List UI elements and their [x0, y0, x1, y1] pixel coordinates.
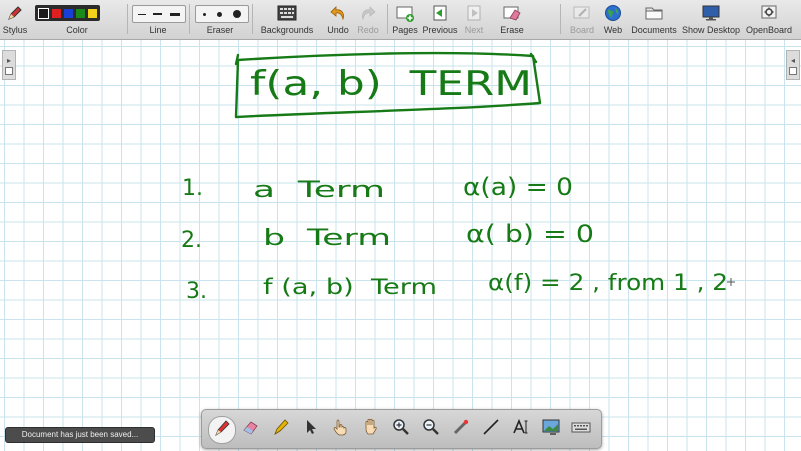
previous-page-button[interactable]: Previous — [421, 0, 459, 39]
line-2-term: b Term — [263, 226, 391, 251]
eraser-medium-option[interactable] — [217, 11, 222, 17]
text-tool-icon — [511, 417, 531, 441]
stylus-tool-palette — [201, 409, 602, 449]
pen-tool-button[interactable] — [208, 416, 236, 444]
eraser-large-option[interactable] — [233, 10, 241, 18]
toolbar-separator — [127, 4, 128, 34]
keyboard-grid-icon — [277, 4, 297, 22]
eraser-small-option[interactable] — [203, 12, 206, 16]
line-3-number: 3. — [186, 279, 207, 304]
folder-icon — [644, 4, 664, 22]
toolbar-separator — [189, 4, 190, 34]
capture-tool-button[interactable] — [538, 416, 564, 442]
line-3-term: f (a, b) Term — [263, 275, 437, 299]
color-swatch-blue[interactable] — [64, 8, 73, 18]
pages-button[interactable]: Pages — [390, 0, 420, 39]
board-icon — [572, 4, 592, 22]
eraser-tool-button[interactable] — [238, 416, 264, 442]
color-swatches — [35, 5, 100, 21]
main-toolbar: Stylus Color Line Eraser Backgrounds Und… — [0, 0, 801, 40]
show-desktop-button[interactable]: Show Desktop — [680, 0, 742, 39]
title-handwriting: f(a, b) TERM — [250, 64, 532, 104]
virtual-keyboard-button[interactable] — [568, 416, 594, 442]
line-1-formula: α(a) = 0 — [463, 173, 573, 201]
line-width-options — [132, 5, 186, 23]
zoom-out-tool-button[interactable] — [418, 416, 444, 442]
monitor-icon — [701, 4, 721, 22]
next-page-button[interactable]: Next — [461, 0, 487, 39]
erase-board-button[interactable]: Erase — [497, 0, 527, 39]
line-tool-icon — [481, 417, 501, 441]
globe-icon — [603, 4, 623, 22]
hand-tool-button[interactable] — [358, 416, 384, 442]
laser-pointer-icon — [451, 417, 471, 441]
line-width-picker[interactable]: Line — [131, 0, 186, 39]
web-button[interactable]: Web — [600, 0, 626, 39]
line-medium-option[interactable] — [153, 13, 163, 15]
eraser-size-options — [195, 5, 249, 23]
openboard-menu-button[interactable]: OpenBoard — [743, 0, 795, 39]
highlighter-tool-button[interactable] — [268, 416, 294, 442]
eraser-size-picker[interactable]: Eraser — [193, 0, 249, 39]
stylus-button[interactable]: Stylus — [0, 0, 30, 39]
line-2-number: 2. — [181, 228, 202, 253]
laser-pointer-tool-button[interactable] — [448, 416, 474, 442]
cursor-crosshair-icon — [727, 278, 735, 286]
line-thick-option[interactable] — [169, 12, 180, 16]
text-tool-button[interactable] — [508, 416, 534, 442]
selector-tool-button[interactable] — [298, 416, 324, 442]
screen-capture-icon — [541, 417, 561, 441]
redo-arrow-icon — [358, 4, 378, 22]
zoom-out-icon — [421, 417, 441, 441]
arrow-pointer-icon — [301, 417, 321, 441]
line-2-formula: α( b) = 0 — [466, 220, 594, 248]
undo-arrow-icon — [328, 4, 348, 22]
hand-icon — [361, 417, 381, 441]
backgrounds-button[interactable]: Backgrounds — [256, 0, 318, 39]
color-swatch-red[interactable] — [52, 8, 61, 18]
erase-board-icon — [502, 4, 522, 22]
title-box-stroke-overlap — [234, 52, 538, 66]
stylus-icon — [5, 4, 25, 22]
color-swatch-black[interactable] — [38, 7, 49, 19]
ink-layer: f(a, b) TERM 1. a Term α(a) = 0 2. b Ter… — [181, 51, 735, 304]
zoom-in-icon — [391, 417, 411, 441]
keyboard-icon — [571, 417, 591, 441]
undo-button[interactable]: Undo — [323, 0, 353, 39]
toolbar-separator — [387, 4, 388, 34]
pointing-hand-icon — [331, 417, 351, 441]
pen-icon — [212, 418, 232, 442]
previous-page-icon — [430, 4, 450, 22]
line-1-number: 1. — [182, 176, 203, 201]
line-tool-button[interactable] — [478, 416, 504, 442]
interact-tool-button[interactable] — [328, 416, 354, 442]
gear-icon — [759, 4, 779, 22]
line-3-formula: α(f) = 2 , from 1 , 2 — [488, 271, 728, 296]
color-swatch-yellow[interactable] — [88, 8, 97, 18]
save-status-toast: Document has just been saved... — [5, 427, 155, 443]
color-swatch-green[interactable] — [76, 8, 85, 18]
redo-button[interactable]: Redo — [354, 0, 382, 39]
board-button[interactable]: Board — [567, 0, 597, 39]
zoom-in-tool-button[interactable] — [388, 416, 414, 442]
whiteboard-canvas[interactable]: ▸ ◂ f(a, b) TERM 1. a Term α(a) = 0 2. b… — [0, 40, 801, 451]
highlighter-icon — [271, 417, 291, 441]
toolbar-separator — [252, 4, 253, 34]
line-1-term: a Term — [253, 178, 385, 203]
toolbar-separator — [560, 4, 561, 34]
line-thin-option[interactable] — [138, 13, 147, 15]
documents-button[interactable]: Documents — [629, 0, 679, 39]
color-picker[interactable]: Color — [32, 0, 122, 39]
add-page-icon — [395, 4, 415, 22]
next-page-icon — [464, 4, 484, 22]
eraser-icon — [241, 417, 261, 441]
